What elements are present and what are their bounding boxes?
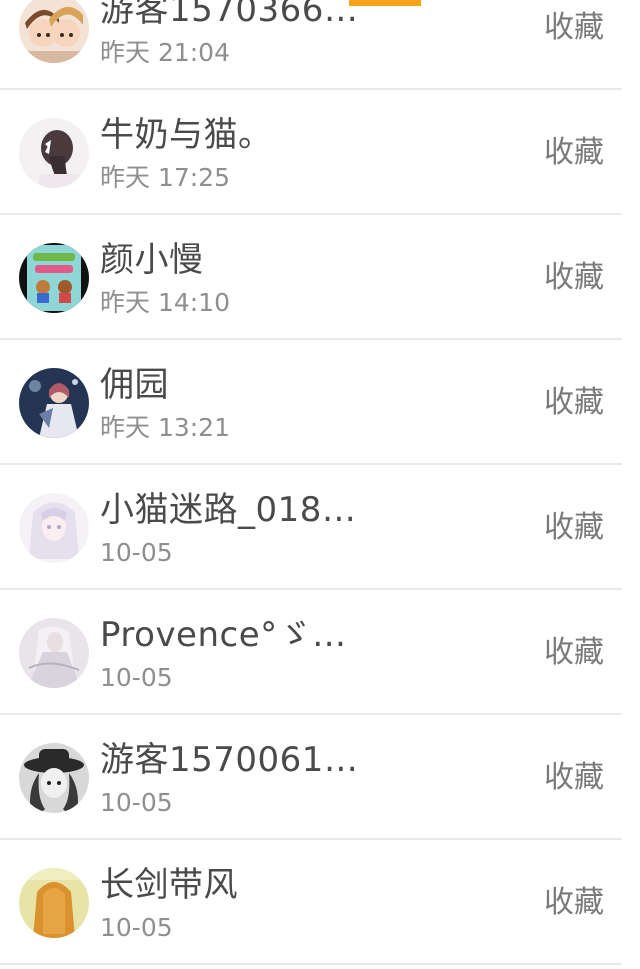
list-item[interactable]: 小猫迷路_018… 10-05 收藏 [0,465,640,590]
tab-indicator [349,0,421,6]
favorite-button[interactable]: 收藏 [544,758,604,798]
list-item[interactable]: 长剑带风 10-05 收藏 [0,840,640,965]
user-name: 牛奶与猫。 [100,115,273,155]
timestamp: 10-05 [100,663,173,692]
list-item[interactable]: 牛奶与猫。 昨天 17:25 收藏 [0,90,640,215]
night-girl-avatar-icon[interactable] [19,368,89,438]
favorite-button[interactable]: 收藏 [544,633,604,673]
favorite-button[interactable]: 收藏 [544,508,604,548]
timestamp: 昨天 14:10 [100,288,230,317]
favorite-button[interactable]: 收藏 [544,8,604,48]
favorite-button[interactable]: 收藏 [544,883,604,923]
timestamp: 10-05 [100,913,173,942]
blonde-girl-avatar-icon[interactable] [19,868,89,938]
list-item[interactable]: 颜小慢 昨天 14:10 收藏 [0,215,640,340]
timestamp: 昨天 21:04 [100,38,230,67]
user-name: 颜小慢 [100,240,204,280]
timestamp: 10-05 [100,788,173,817]
book-cover-avatar-icon[interactable] [19,243,89,313]
bride-sketch-avatar-icon[interactable] [19,618,89,688]
user-name: Provence°ゞ… [100,615,347,655]
favorite-button[interactable]: 收藏 [544,133,604,173]
user-name: 长剑带风 [100,865,238,905]
list-item[interactable]: Provence°ゞ… 10-05 收藏 [0,590,640,715]
white-hair-girl-avatar-icon[interactable] [19,493,89,563]
list-item[interactable]: 游客1570366… 昨天 21:04 收藏 [0,0,640,90]
timestamp: 昨天 17:25 [100,163,230,192]
cartoon-couple-avatar-icon[interactable] [19,0,89,63]
hat-girl-avatar-icon[interactable] [19,743,89,813]
favorite-button[interactable]: 收藏 [544,258,604,298]
user-list: 游客1570366… 昨天 21:04 收藏 牛奶与猫。 昨天 17:25 收藏 [0,0,640,965]
user-name: 游客1570366… [100,0,359,30]
timestamp: 昨天 13:21 [100,413,230,442]
list-item[interactable]: 游客1570061… 10-05 收藏 [0,715,640,840]
user-name: 佣园 [100,365,169,405]
list-item[interactable]: 佣园 昨天 13:21 收藏 [0,340,640,465]
girl-with-bow-avatar-icon[interactable] [19,118,89,188]
user-name: 游客1570061… [100,740,359,780]
timestamp: 10-05 [100,538,173,567]
favorite-button[interactable]: 收藏 [544,383,604,423]
user-name: 小猫迷路_018… [100,490,357,530]
screen: 游客1570366… 昨天 21:04 收藏 牛奶与猫。 昨天 17:25 收藏 [0,0,640,969]
